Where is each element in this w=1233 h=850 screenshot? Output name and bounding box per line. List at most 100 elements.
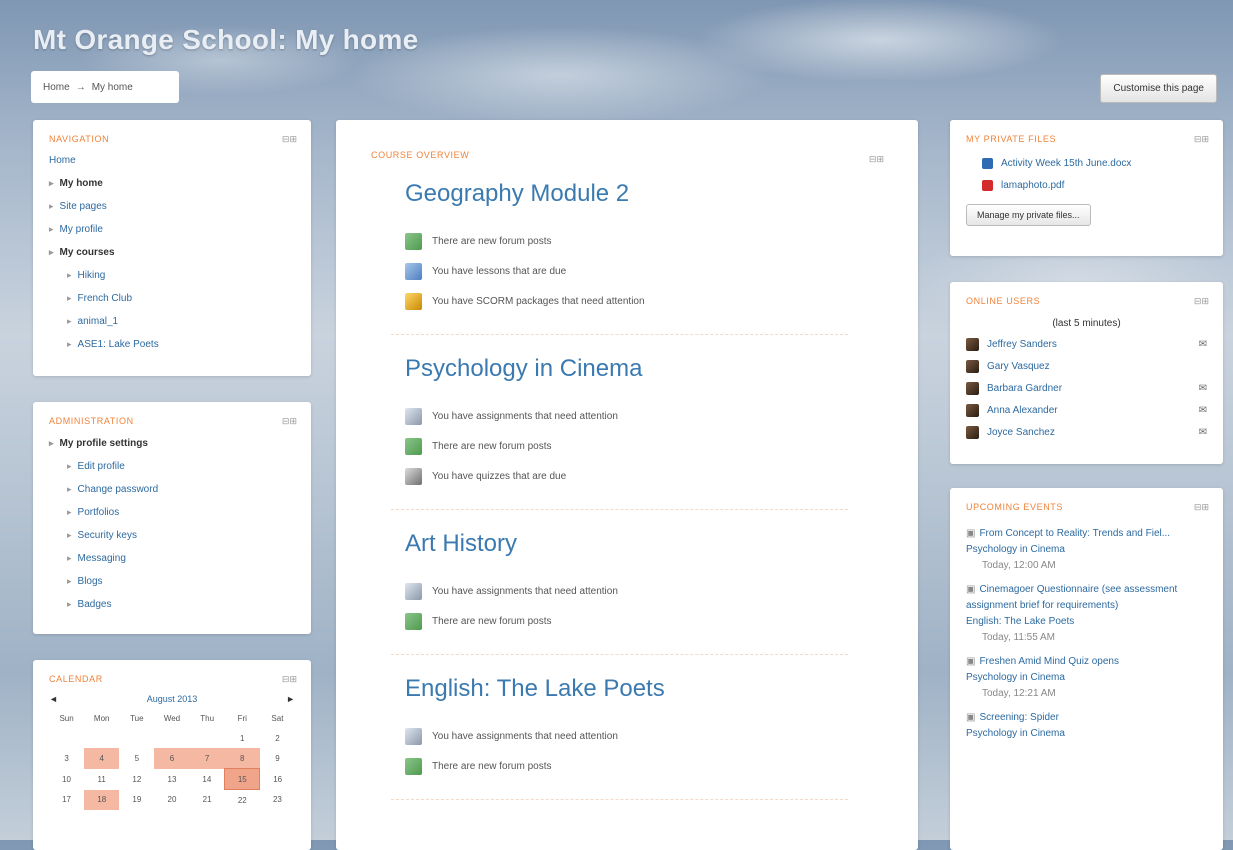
calendar-day xyxy=(190,728,225,748)
event-name: Freshen Amid Mind Quiz opens xyxy=(979,656,1119,667)
user-name: Joyce Sanchez xyxy=(987,426,1055,438)
online-users-block: ONLINE USERS ⊟⊞ (last 5 minutes) Jeffrey… xyxy=(950,282,1223,464)
manage-private-files-button[interactable]: Manage my private files... xyxy=(966,204,1091,226)
administration-item[interactable]: ▸ Blogs xyxy=(49,570,295,593)
event-course-link[interactable]: Psychology in Cinema xyxy=(966,670,1207,686)
navigation-item[interactable]: Home xyxy=(49,150,295,172)
bullet-icon: ▸ xyxy=(67,293,72,303)
event-course-link[interactable]: English: The Lake Poets xyxy=(966,614,1207,630)
event-course-link[interactable]: Psychology in Cinema xyxy=(966,726,1207,742)
course-activity-text: You have lessons that are due xyxy=(432,265,567,277)
message-icon[interactable]: ✉ xyxy=(1199,383,1207,394)
course-activity-row[interactable]: There are new forum posts xyxy=(405,226,848,256)
calendar-day[interactable]: 15 xyxy=(224,768,261,790)
message-icon[interactable]: ✉ xyxy=(1199,405,1207,416)
event-course-link[interactable]: Psychology in Cinema xyxy=(966,542,1207,558)
event-time: Today, 12:00 AM xyxy=(982,560,1056,571)
course-name-link[interactable]: Psychology in Cinema xyxy=(405,355,848,383)
message-icon[interactable]: ✉ xyxy=(1199,427,1207,438)
course-activity-text: You have assignments that need attention xyxy=(432,585,618,597)
administration-item[interactable]: ▸ Edit profile xyxy=(49,455,295,478)
event-title-row[interactable]: ▣ From Concept to Reality: Trends and Fie… xyxy=(966,526,1207,542)
course-activity-row[interactable]: You have lessons that are due xyxy=(405,256,848,286)
administration-item[interactable]: ▸ Security keys xyxy=(49,524,295,547)
calendar-day[interactable]: 6 xyxy=(154,748,190,769)
block-controls-icon[interactable]: ⊟⊞ xyxy=(1194,296,1209,307)
event-title-row[interactable]: ▣ Cinemagoer Questionnaire (see assessmen… xyxy=(966,582,1207,614)
block-controls-icon[interactable]: ⊟⊞ xyxy=(1194,502,1209,513)
breadcrumb-separator: → xyxy=(75,81,86,93)
message-icon[interactable]: ✉ xyxy=(1199,339,1207,350)
assign-icon xyxy=(405,582,422,600)
administration-item[interactable]: ▸ Change password xyxy=(49,478,295,501)
file-item[interactable]: lamaphoto.pdf xyxy=(982,174,1207,196)
navigation-item[interactable]: ▸ My profile xyxy=(49,218,295,241)
breadcrumb-my-home[interactable]: My home xyxy=(92,82,133,93)
event-title-row[interactable]: ▣ Freshen Amid Mind Quiz opens xyxy=(966,654,1207,670)
calendar-day[interactable]: 23 xyxy=(260,790,295,811)
navigation-item[interactable]: ▸ animal_1 xyxy=(49,310,295,333)
course-name-link[interactable]: English: The Lake Poets xyxy=(405,675,848,703)
calendar-day[interactable]: 12 xyxy=(119,769,154,790)
breadcrumb: Home → My home xyxy=(31,71,179,103)
calendar-day[interactable]: 4 xyxy=(84,748,120,769)
event-title-row[interactable]: ▣ Screening: Spider xyxy=(966,710,1207,726)
calendar-day[interactable]: 22 xyxy=(225,790,260,811)
calendar-day[interactable]: 5 xyxy=(119,748,154,769)
navigation-item[interactable]: ▸ My courses xyxy=(49,241,295,264)
course-activity-row[interactable]: You have SCORM packages that need attent… xyxy=(405,286,848,316)
calendar-day[interactable]: 16 xyxy=(260,769,295,790)
navigation-item[interactable]: ▸ Hiking xyxy=(49,264,295,287)
calendar-day[interactable]: 7 xyxy=(189,748,225,769)
calendar-day[interactable]: 17 xyxy=(49,790,84,811)
administration-item[interactable]: ▸ My profile settings xyxy=(49,432,295,455)
administration-item-label: Change password xyxy=(77,484,159,495)
calendar-weekday: Tue xyxy=(130,713,144,723)
block-controls-icon[interactable]: ⊟⊞ xyxy=(1194,134,1209,145)
course-name-link[interactable]: Art History xyxy=(405,530,848,558)
online-user[interactable]: Barbara Gardner ✉ xyxy=(966,377,1207,399)
calendar-day[interactable]: 21 xyxy=(190,790,225,811)
calendar-day[interactable]: 13 xyxy=(154,769,189,790)
calendar-day[interactable]: 2 xyxy=(260,728,295,748)
calendar-day[interactable]: 8 xyxy=(224,748,260,769)
online-user[interactable]: Jeffrey Sanders ✉ xyxy=(966,333,1207,355)
course-activity-row[interactable]: There are new forum posts xyxy=(405,606,848,636)
course-activity-row[interactable]: You have assignments that need attention xyxy=(405,721,848,751)
block-controls-icon[interactable]: ⊟⊞ xyxy=(869,154,884,165)
course-activity-row[interactable]: You have assignments that need attention xyxy=(405,401,848,431)
calendar-day[interactable]: 19 xyxy=(119,790,154,811)
calendar-day[interactable]: 11 xyxy=(84,769,119,790)
administration-item[interactable]: ▸ Portfolios xyxy=(49,501,295,524)
calendar-day[interactable]: 9 xyxy=(260,748,295,769)
calendar-day[interactable]: 10 xyxy=(49,769,84,790)
online-user[interactable]: Gary Vasquez xyxy=(966,355,1207,377)
navigation-item[interactable]: ▸ Site pages xyxy=(49,195,295,218)
online-user[interactable]: Anna Alexander ✉ xyxy=(966,399,1207,421)
block-controls-icon[interactable]: ⊟⊞ xyxy=(282,134,297,145)
calendar-day[interactable]: 18 xyxy=(84,789,120,810)
navigation-item[interactable]: ▸ ASE1: Lake Poets xyxy=(49,333,295,356)
online-user[interactable]: Joyce Sanchez ✉ xyxy=(966,421,1207,443)
course-activity-row[interactable]: There are new forum posts xyxy=(405,751,848,781)
course-name-link[interactable]: Geography Module 2 xyxy=(405,180,848,208)
event-icon: ▣ xyxy=(966,656,976,667)
prev-month-icon[interactable]: ◄ xyxy=(49,694,58,704)
customise-page-button[interactable]: Customise this page xyxy=(1100,74,1217,103)
course-activity-row[interactable]: You have assignments that need attention xyxy=(405,576,848,606)
next-month-icon[interactable]: ► xyxy=(286,694,295,704)
administration-item[interactable]: ▸ Badges xyxy=(49,593,295,616)
course-activity-row[interactable]: You have quizzes that are due xyxy=(405,461,848,491)
calendar-day[interactable]: 1 xyxy=(225,728,260,748)
breadcrumb-home[interactable]: Home xyxy=(43,82,70,93)
calendar-day[interactable]: 20 xyxy=(154,790,189,811)
block-controls-icon[interactable]: ⊟⊞ xyxy=(282,674,297,685)
administration-item[interactable]: ▸ Messaging xyxy=(49,547,295,570)
calendar-day[interactable]: 14 xyxy=(190,769,225,790)
file-item[interactable]: Activity Week 15th June.docx xyxy=(982,152,1207,174)
navigation-item[interactable]: ▸ My home xyxy=(49,172,295,195)
course-activity-row[interactable]: There are new forum posts xyxy=(405,431,848,461)
block-controls-icon[interactable]: ⊟⊞ xyxy=(282,416,297,427)
calendar-day[interactable]: 3 xyxy=(49,748,84,769)
navigation-item[interactable]: ▸ French Club xyxy=(49,287,295,310)
